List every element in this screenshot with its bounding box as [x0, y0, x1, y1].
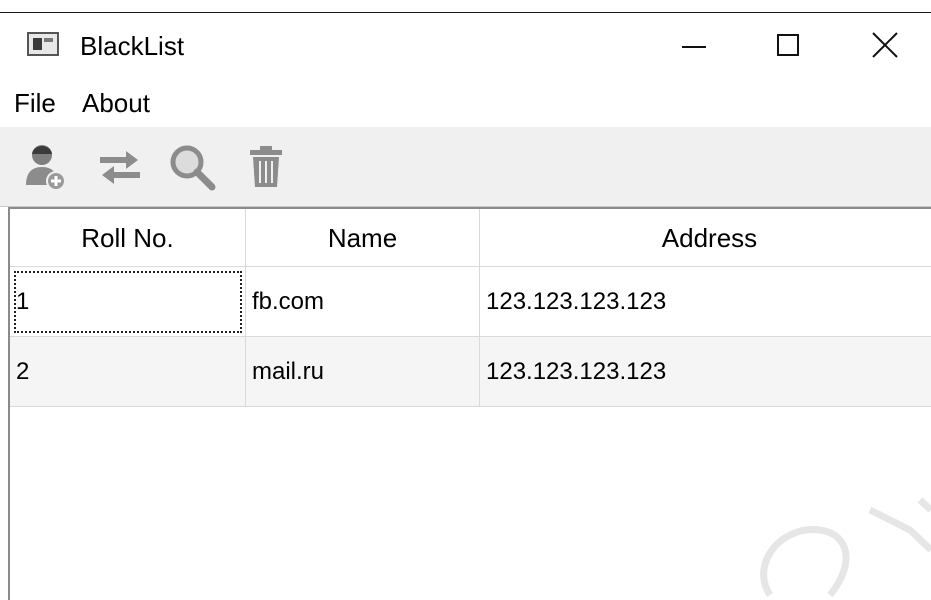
column-header-roll[interactable]: Roll No. [10, 209, 246, 267]
close-button[interactable] [841, 13, 931, 75]
minimize-icon [682, 46, 706, 48]
cell-name[interactable]: fb.com [246, 267, 480, 337]
menu-bar: File About [0, 75, 931, 127]
cell-name[interactable]: mail.ru [246, 337, 480, 407]
maximize-icon [777, 34, 799, 56]
title-bar[interactable]: BlackList [0, 13, 931, 75]
add-user-icon [26, 145, 66, 191]
app-window-icon [27, 32, 59, 56]
blacklist-table[interactable]: Roll No. Name Address 1 fb.com 123.123.1… [8, 207, 931, 600]
table-row[interactable]: 2 mail.ru 123.123.123.123 [10, 337, 931, 407]
trash-icon [250, 146, 282, 187]
add-user-button[interactable] [20, 141, 72, 193]
window-top-edge [0, 0, 931, 13]
cell-roll[interactable]: 2 [10, 337, 246, 407]
swap-arrows-icon [100, 151, 140, 184]
cell-address[interactable]: 123.123.123.123 [480, 267, 931, 337]
delete-button[interactable] [240, 141, 292, 193]
window-title: BlackList [80, 31, 185, 61]
search-icon [170, 145, 216, 191]
menu-file[interactable]: File [14, 88, 56, 118]
table-row[interactable]: 1 fb.com 123.123.123.123 [10, 267, 931, 337]
maximize-button[interactable] [748, 13, 838, 75]
cell-roll[interactable]: 1 [10, 267, 246, 337]
main-window: BlackList File About Roll No. Name Addre… [0, 0, 931, 600]
column-header-name[interactable]: Name [246, 209, 480, 267]
swap-button[interactable] [94, 141, 146, 193]
close-icon [872, 32, 898, 58]
toolbar [0, 127, 931, 207]
menu-about[interactable]: About [82, 88, 150, 118]
search-button[interactable] [166, 141, 218, 193]
column-header-address[interactable]: Address [480, 209, 931, 267]
minimize-button[interactable] [655, 13, 745, 75]
cell-address[interactable]: 123.123.123.123 [480, 337, 931, 407]
